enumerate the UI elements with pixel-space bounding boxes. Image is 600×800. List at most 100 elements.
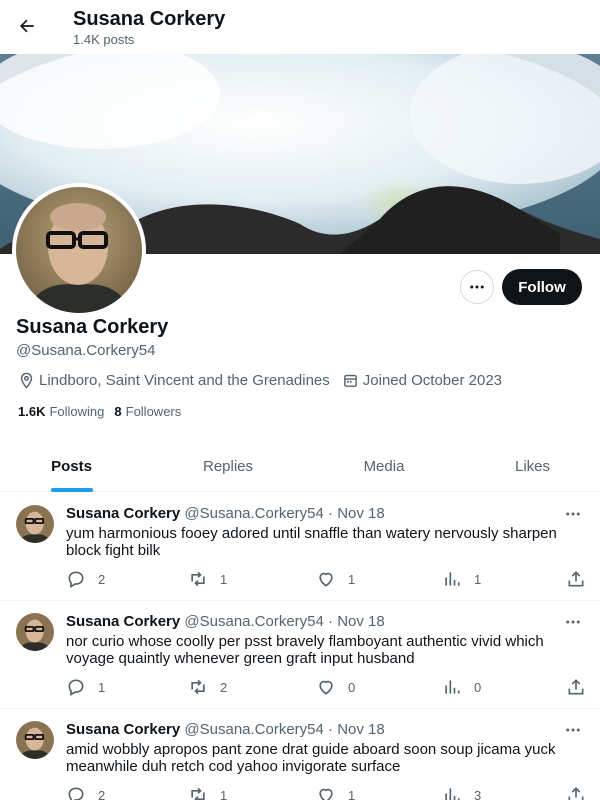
tab-posts[interactable]: Posts (0, 440, 143, 492)
like-button[interactable]: 1 (316, 569, 355, 589)
post-item[interactable]: Susana Corkery @Susana.Corkery54 · Nov 1… (0, 709, 600, 800)
repost-button[interactable]: 2 (188, 677, 227, 697)
tab-media[interactable]: Media (313, 440, 455, 492)
views-count: 1 (474, 571, 482, 587)
views-count: 3 (474, 787, 482, 800)
tab-likes-label: Likes (514, 457, 551, 475)
post-date[interactable]: Nov 18 (337, 505, 385, 522)
post-separator: · (328, 505, 334, 522)
reply-icon (68, 679, 84, 696)
top-bar: Susana Corkery 1.4K posts (0, 0, 600, 54)
follow-counts: 1.6K Following 8 Followers (18, 404, 181, 420)
follow-button[interactable]: Follow (502, 269, 582, 305)
post-author[interactable]: Susana Corkery (66, 505, 180, 522)
like-button[interactable]: 1 (316, 785, 355, 800)
back-button[interactable] (10, 9, 44, 43)
share-button[interactable] (566, 569, 598, 589)
post-avatar-image (16, 505, 54, 543)
post-item[interactable]: Susana Corkery @Susana.Corkery54 · Nov 1… (0, 601, 600, 709)
views-icon (445, 680, 460, 694)
post-avatar[interactable] (16, 613, 54, 651)
post-avatar[interactable] (16, 505, 54, 543)
views-icon (445, 788, 460, 800)
post-separator: · (328, 613, 334, 630)
avatar-image (16, 187, 142, 313)
header-post-count: 1.4K posts (73, 32, 135, 47)
calendar-icon (343, 374, 357, 387)
more-icon (566, 620, 580, 624)
reply-count: 2 (98, 787, 106, 800)
reply-count: 1 (98, 679, 106, 695)
repost-count: 1 (220, 787, 228, 800)
like-count: 0 (348, 679, 356, 695)
post-date[interactable]: Nov 18 (337, 721, 385, 738)
followers-label: Followers (125, 404, 182, 419)
followers-link[interactable]: 8 Followers (114, 404, 181, 420)
post-header: Susana Corkery @Susana.Corkery54 · Nov 1… (66, 613, 385, 631)
share-icon (568, 679, 584, 695)
post-text: yum harmonious fooey adored until snaffl… (66, 525, 557, 559)
post-actions: 2 1 1 1 (66, 569, 588, 589)
profile-more-button[interactable] (460, 270, 494, 304)
post-text: nor curio whose coolly per psst bravely … (66, 633, 544, 667)
post-item[interactable]: Susana Corkery @Susana.Corkery54 · Nov 1… (0, 493, 600, 601)
following-link[interactable]: 1.6K Following (18, 404, 104, 420)
reply-button[interactable]: 2 (66, 569, 105, 589)
reply-icon (68, 787, 84, 800)
tab-replies-label: Replies (202, 457, 254, 475)
post-header: Susana Corkery @Susana.Corkery54 · Nov 1… (66, 505, 385, 523)
post-handle[interactable]: @Susana.Corkery54 (184, 613, 323, 630)
tab-replies[interactable]: Replies (143, 440, 313, 492)
location-item: Lindboro, Saint Vincent and the Grenadin… (18, 372, 330, 389)
reply-button[interactable]: 1 (66, 677, 105, 697)
views-button[interactable]: 0 (442, 677, 481, 697)
like-count: 1 (348, 787, 356, 800)
views-button[interactable]: 3 (442, 785, 481, 800)
tab-posts-label: Posts (51, 457, 92, 475)
reply-count: 2 (98, 571, 106, 587)
post-date[interactable]: Nov 18 (337, 613, 385, 630)
location-text: Lindboro, Saint Vincent and the Grenadin… (39, 371, 330, 389)
post-more-button[interactable] (562, 505, 584, 523)
post-avatar-image (16, 721, 54, 759)
like-count: 1 (348, 571, 356, 587)
reply-icon (68, 571, 84, 588)
repost-button[interactable]: 1 (188, 569, 227, 589)
more-icon (566, 728, 580, 732)
repost-icon (191, 787, 205, 800)
views-icon (445, 572, 460, 586)
tab-media-label: Media (363, 457, 405, 475)
profile-meta: Lindboro, Saint Vincent and the Grenadin… (18, 370, 502, 390)
post-author[interactable]: Susana Corkery (66, 613, 180, 630)
post-text: amid wobbly apropos pant zone drat guide… (66, 741, 556, 775)
header-title: Susana Corkery (73, 8, 226, 30)
post-handle[interactable]: @Susana.Corkery54 (184, 505, 323, 522)
location-icon (20, 372, 33, 389)
profile-tabs: Posts Replies Media Likes (0, 440, 600, 492)
more-icon (566, 512, 580, 516)
share-button[interactable] (566, 677, 598, 697)
share-icon (568, 787, 584, 800)
post-more-button[interactable] (562, 721, 584, 739)
post-handle[interactable]: @Susana.Corkery54 (184, 721, 323, 738)
share-icon (568, 571, 584, 587)
like-button[interactable]: 0 (316, 677, 355, 697)
like-icon (319, 680, 333, 695)
share-button[interactable] (566, 785, 598, 800)
repost-count: 2 (220, 679, 228, 695)
post-avatar[interactable] (16, 721, 54, 759)
reply-button[interactable]: 2 (66, 785, 105, 800)
post-separator: · (328, 721, 334, 738)
post-author[interactable]: Susana Corkery (66, 721, 180, 738)
tab-likes[interactable]: Likes (455, 440, 600, 492)
repost-button[interactable]: 1 (188, 785, 227, 800)
following-label: Following (49, 404, 105, 419)
post-actions: 2 1 1 3 (66, 785, 588, 800)
joined-text: Joined October 2023 (362, 371, 503, 389)
post-more-button[interactable] (562, 613, 584, 631)
profile-avatar[interactable] (12, 183, 146, 317)
profile-handle: @Susana.Corkery54 (16, 342, 156, 359)
repost-icon (191, 571, 205, 587)
back-arrow-icon (20, 19, 34, 33)
views-button[interactable]: 1 (442, 569, 481, 589)
